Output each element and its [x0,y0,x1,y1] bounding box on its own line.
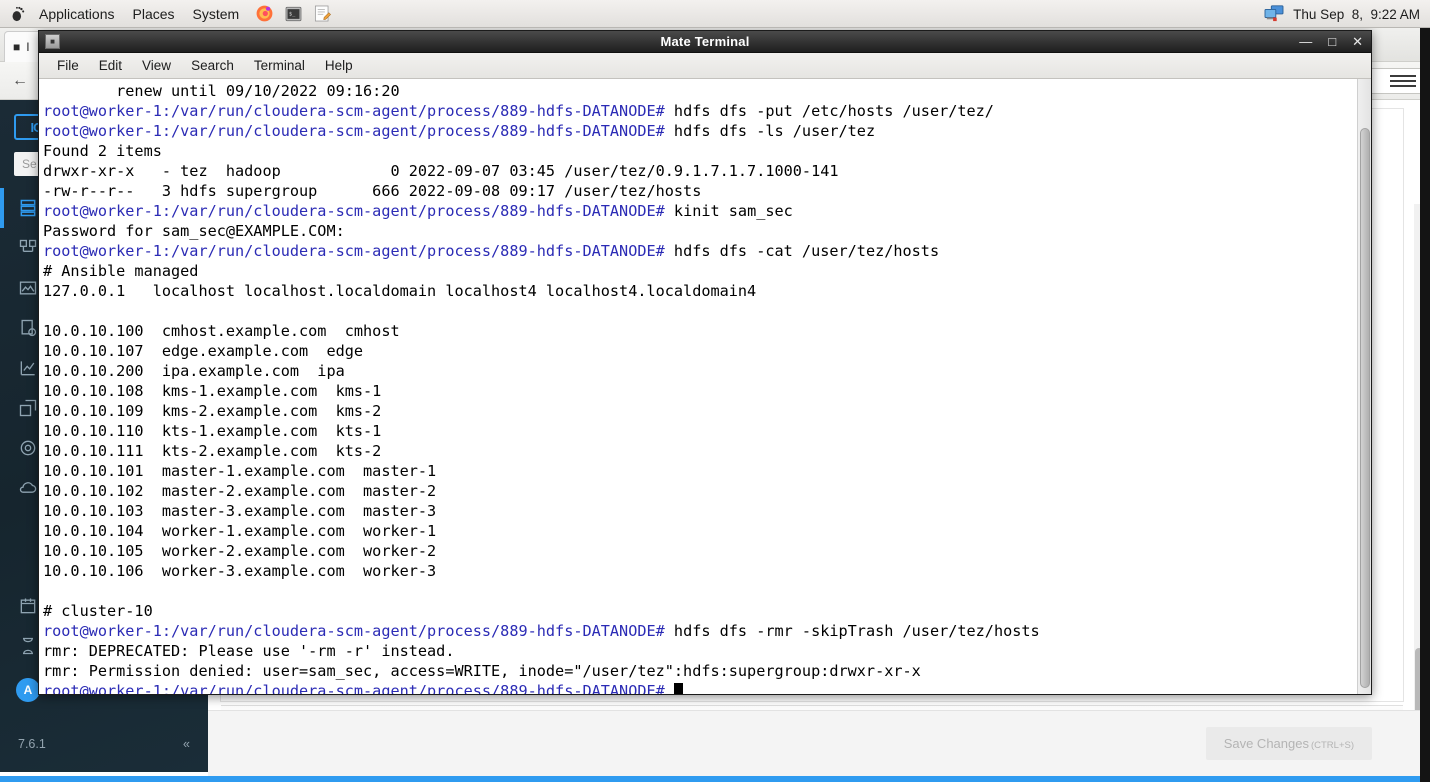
terminal-prompt: root@worker-1:/var/run/cloudera-scm-agen… [43,102,665,120]
terminal-line: root@worker-1:/var/run/cloudera-scm-agen… [43,121,1357,141]
terminal-prompt: root@worker-1:/var/run/cloudera-scm-agen… [43,682,665,694]
desktop-top-panel: Applications Places System $_ Thu Sep 8,… [0,0,1430,28]
calendar-icon [20,598,36,614]
terminal-line: 10.0.10.106 worker-3.example.com worker-… [43,562,437,580]
terminal-command [665,682,674,694]
collapse-sidebar-button[interactable]: « [183,737,190,751]
terminal-line: root@worker-1:/var/run/cloudera-scm-agen… [43,241,1357,261]
menu-places[interactable]: Places [124,4,184,24]
terminal-line: Found 2 items [43,142,162,160]
menu-help[interactable]: Help [315,56,363,75]
back-arrow-icon[interactable]: ← [6,67,34,95]
save-changes-label: Save Changes [1223,736,1309,751]
browser-tab-label: I [26,40,30,54]
terminal-line: 10.0.10.102 master-2.example.com master-… [43,482,437,500]
menu-edit[interactable]: Edit [89,56,132,75]
terminal-line: renew until 09/10/2022 09:16:20 [43,82,400,100]
svg-text:$_: $_ [289,11,296,17]
terminal-output[interactable]: renew until 09/10/2022 09:16:20 root@work… [39,79,1357,694]
firefox-launcher-icon[interactable] [251,2,277,26]
minimize-button[interactable]: — [1299,34,1312,49]
terminal-line: 10.0.10.101 master-1.example.com master-… [43,462,437,480]
terminal-line: 10.0.10.100 cmhost.example.com cmhost [43,322,400,340]
terminal-scrollbar-thumb[interactable] [1360,128,1370,688]
menu-terminal[interactable]: Terminal [244,56,315,75]
terminal-line: root@worker-1:/var/run/cloudera-scm-agen… [43,681,1357,694]
audits-icon [21,319,37,337]
cluster-icon [20,199,36,217]
terminal-launcher-icon[interactable]: $_ [280,2,306,26]
terminal-command: hdfs dfs -rmr -skipTrash /user/tez/hosts [664,622,1040,640]
terminal-line: 10.0.10.107 edge.example.com edge [43,342,364,360]
terminal-line: 10.0.10.109 kms-2.example.com kms-2 [43,402,382,420]
terminal-line: 10.0.10.111 kts-2.example.com kts-2 [43,442,382,460]
screen-root: ■ I + ← 🌐 Rows per page: 25 1 - 12 of 12… [0,0,1430,782]
terminal-line: # Ansible managed [43,262,199,280]
terminal-line: drwxr-xr-x - tez hadoop 0 2022-09-07 03:… [43,162,839,180]
diagnostics-icon [19,281,37,295]
search-placeholder: Se [22,157,37,171]
terminal-line: Password for sam_sec@EXAMPLE.COM: [43,222,345,240]
menu-system[interactable]: System [184,4,249,24]
terminal-line: root@worker-1:/var/run/cloudera-scm-agen… [43,201,1357,221]
save-changes-button[interactable]: Save Changes (CTRL+S) [1205,727,1372,760]
hamburger-menu-icon[interactable] [1390,70,1416,92]
terminal-line: 10.0.10.110 kts-1.example.com kts-1 [43,422,382,440]
terminal-line: 10.0.10.103 master-3.example.com master-… [43,502,437,520]
cloud-icon [19,482,37,493]
network-workspace-icon[interactable] [1263,4,1285,25]
terminal-title-label: Mate Terminal [660,34,750,49]
terminal-line: rmr: DEPRECATED: Please use '-rm -r' ins… [43,642,455,660]
terminal-line: # cluster-10 [43,602,153,620]
terminal-prompt: root@worker-1:/var/run/cloudera-scm-agen… [43,622,665,640]
terminal-title-bar[interactable]: ■ Mate Terminal — □ ✕ [39,31,1371,53]
terminal-line: 10.0.10.104 worker-1.example.com worker-… [43,522,437,540]
terminal-line: -rw-r--r-- 3 hdfs supergroup 666 2022-09… [43,182,702,200]
terminal-line: 10.0.10.105 worker-2.example.com worker-… [43,542,437,560]
terminal-line: 127.0.0.1 localhost localhost.localdomai… [43,282,757,300]
terminal-window: ■ Mate Terminal — □ ✕ File Edit View Sea… [38,30,1372,695]
avatar: A [16,678,40,702]
terminal-prompt: root@worker-1:/var/run/cloudera-scm-agen… [43,122,665,140]
menu-file[interactable]: File [47,56,89,75]
terminal-line: 10.0.10.108 kms-1.example.com kms-1 [43,382,382,400]
menu-search[interactable]: Search [181,56,244,75]
browser-tab-favicon: ■ [13,40,21,54]
gear-icon [20,440,36,456]
desktop-bottom-strip [0,776,1430,782]
replication-icon [19,399,37,417]
terminal-scrollbar[interactable] [1357,79,1371,694]
terminal-line: root@worker-1:/var/run/cloudera-scm-agen… [43,101,1357,121]
charts-icon [20,361,35,376]
terminal-line: rmr: Permission denied: user=sam_sec, ac… [43,662,921,680]
terminal-menu-bar: File Edit View Search Terminal Help [39,53,1371,79]
terminal-prompt: root@worker-1:/var/run/cloudera-scm-agen… [43,202,665,220]
app-version-bar: 7.6.1 « [0,722,208,766]
menu-view[interactable]: View [132,56,181,75]
terminal-line: 10.0.10.200 ipa.example.com ipa [43,362,345,380]
terminal-command: hdfs dfs -ls /user/tez [664,122,876,140]
save-changes-shortcut: (CTRL+S) [1310,740,1354,751]
terminal-command: hdfs dfs -put /etc/hosts /user/tez/ [664,102,994,120]
menu-applications[interactable]: Applications [30,4,124,24]
hourglass-icon [23,637,33,655]
hosts-icon [19,239,37,252]
text-editor-launcher-icon[interactable] [309,2,335,26]
terminal-prompt: root@worker-1:/var/run/cloudera-scm-agen… [43,242,665,260]
terminal-command: hdfs dfs -cat /user/tez/hosts [664,242,940,260]
terminal-command: kinit sam_sec [664,202,793,220]
desktop-right-edge [1420,28,1430,782]
terminal-cursor [673,683,683,694]
maximize-button[interactable]: □ [1328,34,1336,49]
app-footer: Save Changes (CTRL+S) [208,710,1430,782]
terminal-line: root@worker-1:/var/run/cloudera-scm-agen… [43,621,1357,641]
mate-foot-logo-icon [4,3,30,25]
version-label: 7.6.1 [18,737,46,751]
terminal-body[interactable]: renew until 09/10/2022 09:16:20 root@work… [39,79,1371,694]
panel-clock[interactable]: Thu Sep 8, 9:22 AM [1293,7,1420,22]
close-button[interactable]: ✕ [1352,34,1363,50]
